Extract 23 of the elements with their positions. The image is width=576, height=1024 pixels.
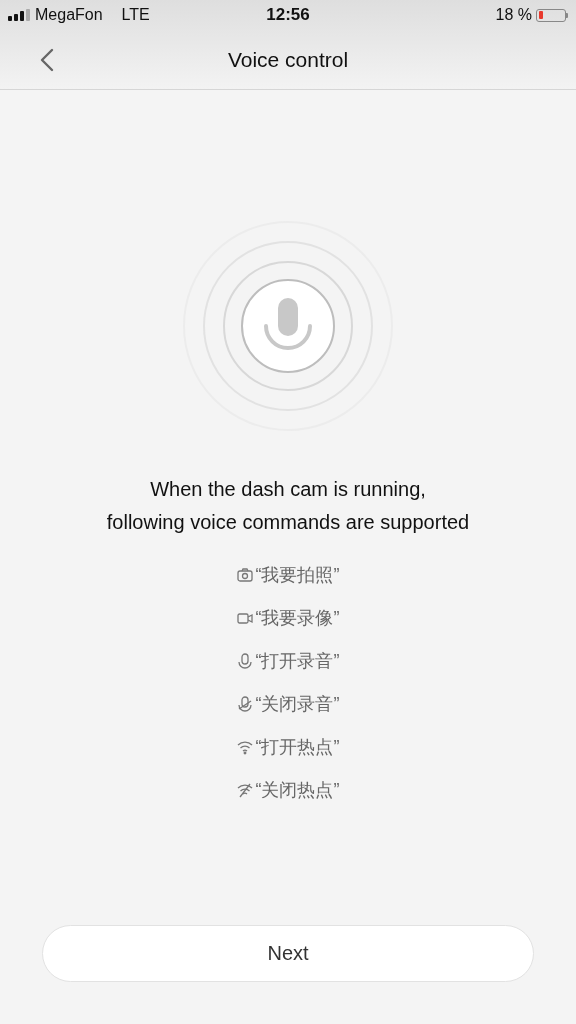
microphone-icon: [236, 653, 253, 669]
back-button[interactable]: [38, 46, 56, 74]
network-type: LTE: [121, 6, 150, 24]
video-camera-icon: [236, 610, 253, 626]
voice-command: “关闭录音”: [255, 693, 340, 716]
status-time: 12:56: [266, 5, 310, 25]
instruction-text: following voice commands are supported: [106, 511, 470, 534]
instruction-text: When the dash cam is running,: [150, 478, 426, 501]
signal-icon: [8, 9, 30, 21]
voice-command: “关闭热点”: [255, 779, 340, 802]
voice-command: “我要拍照”: [255, 564, 340, 587]
screen-title: Voice control: [227, 47, 349, 72]
wifi-icon: [236, 739, 253, 755]
voice-command: “我要录像”: [255, 607, 340, 630]
battery-percent: 18 %: [495, 6, 532, 24]
next-button[interactable]: Next: [42, 925, 534, 982]
voice-command: “打开录音”: [255, 650, 340, 673]
carrier-name: MegaFon: [35, 6, 103, 24]
voice-command: “打开热点”: [255, 736, 340, 759]
microphone-off-icon: [236, 696, 253, 712]
battery-icon: [536, 8, 568, 22]
wifi-off-icon: [236, 782, 253, 798]
camera-icon: [236, 567, 253, 583]
